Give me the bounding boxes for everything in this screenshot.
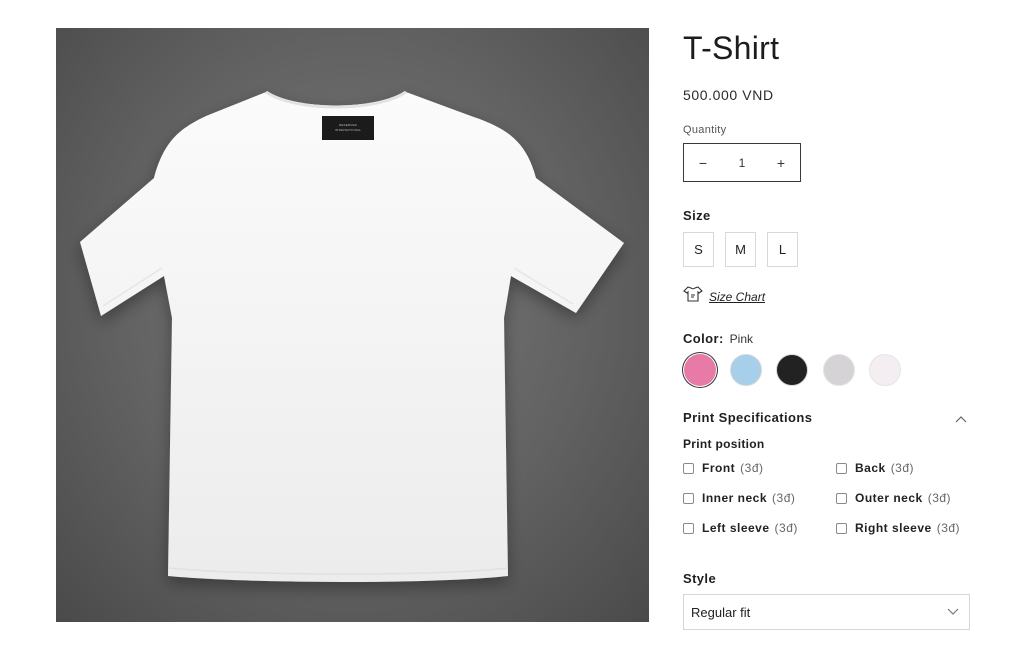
option-price: (3đ) — [772, 491, 796, 505]
color-swatch-off-white[interactable] — [869, 354, 901, 386]
outer-neck-checkbox[interactable] — [836, 492, 847, 504]
quantity-decrease-button[interactable]: − — [684, 144, 722, 181]
print-specifications-heading[interactable]: Print Specifications — [683, 410, 812, 425]
option-price: (3đ) — [774, 521, 798, 535]
product-title: T-Shirt — [683, 30, 780, 66]
size-label: Size — [683, 208, 711, 223]
option-name: Left sleeve — [702, 521, 770, 535]
quantity-increase-button[interactable]: + — [762, 144, 800, 181]
shirt-neck-tag: RESERVED INTERNATIONAL — [322, 116, 374, 140]
print-option-left-sleeve[interactable]: Left sleeve (3đ) — [683, 521, 798, 535]
option-name: Outer neck — [855, 491, 923, 505]
color-swatch-pink[interactable] — [684, 354, 716, 386]
color-swatch-black[interactable] — [776, 354, 808, 386]
size-chart-label: Size Chart — [709, 289, 766, 304]
product-price: 500.000 VND — [683, 87, 774, 103]
size-option-m[interactable]: M — [725, 232, 756, 267]
option-price: (3đ) — [927, 491, 952, 505]
inner-neck-checkbox[interactable] — [683, 492, 694, 504]
print-option-outer-neck[interactable]: Outer neck (3đ) — [836, 491, 951, 505]
color-label: Color: — [683, 331, 724, 346]
option-price: (3đ) — [936, 521, 961, 535]
option-name: Back — [855, 461, 886, 475]
color-swatch-light-blue[interactable] — [730, 354, 762, 386]
option-name: Right sleeve — [855, 521, 932, 535]
size-option-l[interactable]: L — [767, 232, 798, 267]
print-option-back[interactable]: Back (3đ) — [836, 461, 914, 475]
print-option-inner-neck[interactable]: Inner neck (3đ) — [683, 491, 795, 505]
print-position-label: Print position — [683, 437, 765, 451]
option-price: (3đ) — [740, 461, 764, 475]
chevron-up-icon[interactable] — [955, 410, 967, 428]
style-select-value: Regular fit — [691, 604, 751, 620]
product-info-panel: T-Shirt 500.000 VND Quantity − 1 + Size … — [683, 0, 973, 648]
quantity-stepper: − 1 + — [683, 143, 801, 182]
option-name: Inner neck — [702, 491, 768, 505]
color-swatch-light-gray[interactable] — [823, 354, 855, 386]
color-selected-value: Pink — [729, 332, 754, 346]
product-image: RESERVED INTERNATIONAL — [56, 28, 649, 622]
print-option-front[interactable]: Front (3đ) — [683, 461, 764, 475]
back-checkbox[interactable] — [836, 462, 847, 474]
chevron-down-icon — [947, 603, 959, 621]
size-chart-link[interactable]: Size Chart — [683, 286, 765, 307]
print-option-right-sleeve[interactable]: Right sleeve (3đ) — [836, 521, 960, 535]
left-sleeve-checkbox[interactable] — [683, 522, 694, 534]
option-name: Front — [702, 461, 736, 475]
right-sleeve-checkbox[interactable] — [836, 522, 847, 534]
quantity-label: Quantity — [683, 124, 727, 136]
front-checkbox[interactable] — [683, 462, 694, 474]
style-label: Style — [683, 571, 717, 586]
tag-text-line2: INTERNATIONAL — [334, 128, 362, 132]
quantity-value[interactable]: 1 — [739, 156, 746, 170]
style-select[interactable]: Regular fit — [683, 594, 970, 630]
color-row: Color: Pink — [683, 331, 753, 346]
option-price: (3đ) — [890, 461, 915, 475]
size-option-s[interactable]: S — [683, 232, 714, 267]
shirt-ruler-icon — [683, 286, 703, 307]
